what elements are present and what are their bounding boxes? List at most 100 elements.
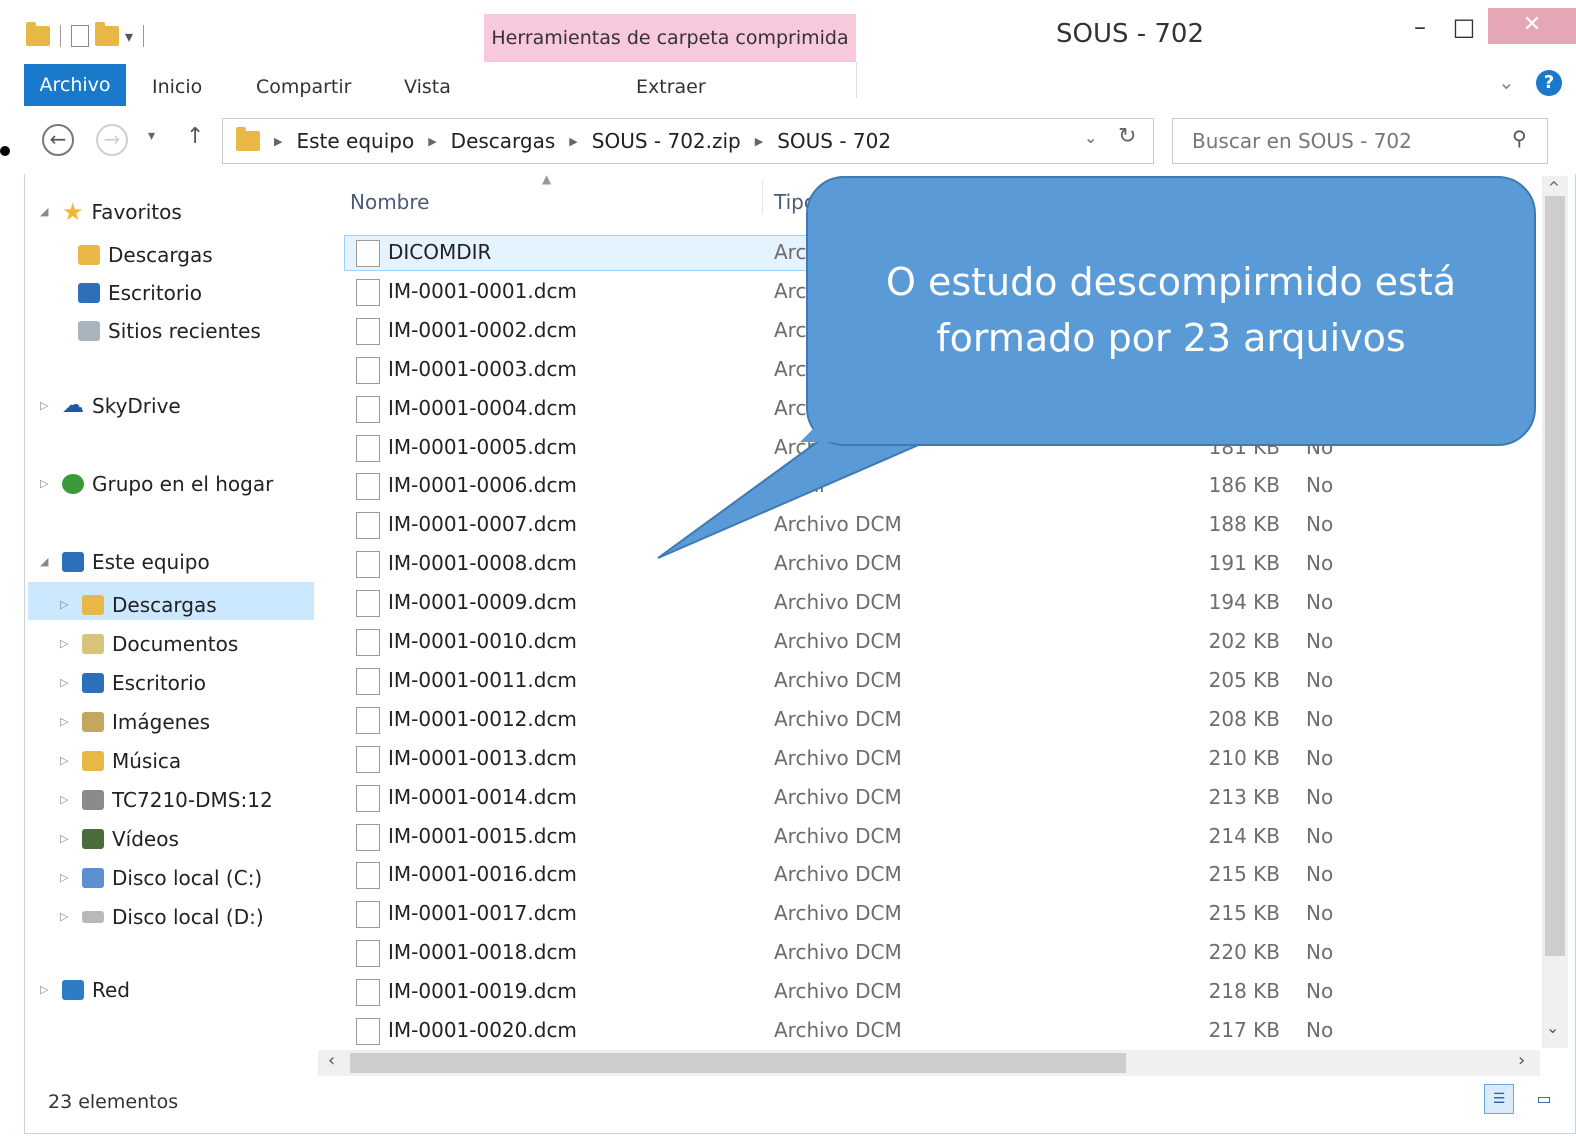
sidebar-item-escritorio[interactable]: Escritorio — [78, 274, 261, 312]
sidebar-item-disco-d[interactable]: ▷ Disco local (D:) — [60, 897, 273, 936]
file-size: 205 KB — [1208, 667, 1280, 692]
sidebar-skydrive[interactable]: ▷ ☁ SkyDrive — [40, 390, 181, 422]
maximize-button[interactable]: □ — [1442, 12, 1486, 46]
file-type: Archivo DCM — [774, 745, 902, 770]
expand-icon[interactable]: ▷ — [60, 589, 74, 621]
recent-places-icon — [78, 321, 100, 341]
file-size: 188 KB — [1208, 512, 1280, 537]
crumb-descargas[interactable]: Descargas — [451, 129, 556, 153]
crumb-zip[interactable]: SOUS - 702.zip — [592, 129, 741, 153]
sidebar-favoritos[interactable]: ◢ ★ Favoritos — [40, 196, 182, 228]
expand-icon[interactable]: ▷ — [60, 901, 74, 933]
vertical-scroll-thumb[interactable] — [1545, 196, 1565, 956]
sidebar-item-videos[interactable]: ▷ Vídeos — [60, 819, 273, 858]
sidebar-item-imagenes[interactable]: ▷ Imágenes — [60, 702, 273, 741]
sidebar-item-disco-c[interactable]: ▷ Disco local (C:) — [60, 858, 273, 897]
sidebar-item-descargas[interactable]: Descargas — [78, 236, 261, 274]
file-compressed: No — [1306, 512, 1334, 537]
file-compressed: No — [1306, 473, 1334, 498]
forward-button[interactable]: → — [96, 124, 128, 156]
file-name: IM-0001-0010.dcm — [388, 629, 577, 653]
properties-icon[interactable] — [71, 25, 89, 47]
file-icon — [356, 395, 380, 423]
expand-icon[interactable]: ▷ — [60, 667, 74, 699]
search-icon[interactable]: ⚲ — [1512, 126, 1527, 150]
file-name: IM-0001-0020.dcm — [388, 1018, 577, 1042]
customize-toolbar-icon[interactable]: ▾ — [125, 27, 133, 46]
expand-icon[interactable]: ▷ — [60, 745, 74, 777]
expand-icon[interactable]: ◢ — [40, 196, 54, 228]
file-size: 210 KB — [1208, 745, 1280, 770]
file-icon — [356, 862, 380, 890]
recent-locations-icon[interactable]: ▾ — [148, 128, 155, 144]
sidebar-homegroup[interactable]: ▷ Grupo en el hogar — [40, 468, 273, 500]
expand-icon[interactable]: ▷ — [60, 862, 74, 894]
expand-icon[interactable]: ▷ — [60, 823, 74, 855]
expand-icon[interactable]: ▷ — [40, 974, 54, 1006]
help-icon[interactable]: ? — [1536, 70, 1562, 96]
expand-icon[interactable]: ▷ — [60, 706, 74, 738]
chevron-right-icon[interactable]: ▶ — [569, 135, 577, 148]
chevron-right-icon[interactable]: ▶ — [755, 135, 763, 148]
tab-extraer[interactable]: Extraer — [636, 72, 706, 102]
file-compressed: No — [1306, 823, 1334, 848]
expand-icon[interactable]: ▷ — [60, 628, 74, 660]
file-type: Arc — [774, 278, 807, 303]
file-row[interactable]: IM-0001-0014.dcm Archivo DCM 213 KB No — [352, 778, 1532, 817]
file-row[interactable]: IM-0001-0010.dcm Archivo DCM 202 KB No — [352, 622, 1532, 661]
chevron-right-icon[interactable]: ▶ — [428, 135, 436, 148]
sidebar-item-media-server[interactable]: ▷ TC7210-DMS:12 — [60, 780, 273, 819]
column-divider[interactable] — [762, 180, 763, 214]
file-compressed: No — [1306, 551, 1334, 576]
new-folder-icon[interactable] — [95, 22, 119, 46]
drive-icon — [82, 867, 104, 888]
file-row[interactable]: IM-0001-0011.dcm Archivo DCM 205 KB No — [352, 661, 1532, 700]
downloads-folder-icon — [78, 245, 100, 265]
file-row[interactable]: IM-0001-0017.dcm Archivo DCM 215 KB No — [352, 894, 1532, 933]
folder-icon[interactable] — [26, 22, 50, 46]
file-row[interactable]: IM-0001-0016.dcm Archivo DCM 215 KB No — [352, 855, 1532, 894]
sidebar-skydrive-row: ▷ ☁ SkyDrive — [40, 390, 181, 422]
scroll-right-icon[interactable]: › — [1518, 1050, 1525, 1071]
sidebar-red[interactable]: ▷ Red — [40, 974, 130, 1006]
address-dropdown-icon[interactable]: ⌄ — [1084, 128, 1097, 147]
file-row[interactable]: IM-0001-0009.dcm Archivo DCM 194 KB No — [352, 583, 1532, 622]
file-row[interactable]: IM-0001-0020.dcm Archivo DCM 217 KB No — [352, 1011, 1532, 1050]
file-row[interactable]: IM-0001-0015.dcm Archivo DCM 214 KB No — [352, 817, 1532, 856]
column-header-name[interactable]: Nombre — [350, 186, 429, 218]
tab-inicio[interactable]: Inicio — [152, 72, 202, 102]
horizontal-scroll-thumb[interactable] — [350, 1053, 1126, 1073]
file-row[interactable]: IM-0001-0019.dcm Archivo DCM 218 KB No — [352, 972, 1532, 1011]
sidebar-item-documentos[interactable]: ▷ Documentos — [60, 624, 273, 663]
sidebar-item-recientes[interactable]: Sitios recientes — [78, 312, 261, 350]
file-row[interactable]: IM-0001-0013.dcm Archivo DCM 210 KB No — [352, 739, 1532, 778]
up-button[interactable]: ↑ — [186, 124, 204, 149]
refresh-icon[interactable]: ↻ — [1118, 124, 1136, 149]
tab-vista[interactable]: Vista — [404, 72, 451, 102]
close-button[interactable]: ✕ — [1488, 8, 1576, 44]
tab-archivo[interactable]: Archivo — [24, 64, 126, 106]
ribbon-expand-icon[interactable]: ⌄ — [1498, 70, 1515, 94]
tab-compartir[interactable]: Compartir — [256, 72, 351, 102]
scroll-left-icon[interactable]: ‹ — [328, 1050, 335, 1071]
back-button[interactable]: ← — [42, 124, 74, 156]
sidebar-item-musica[interactable]: ▷ Música — [60, 741, 273, 780]
expand-icon[interactable]: ▷ — [40, 468, 54, 500]
sidebar-item-descargas-pc[interactable]: ▷ Descargas — [60, 585, 273, 624]
crumb-current[interactable]: SOUS - 702 — [777, 129, 891, 153]
crumb-este-equipo[interactable]: Este equipo — [296, 129, 414, 153]
large-icons-view-icon[interactable]: ▭ — [1530, 1086, 1558, 1112]
expand-icon[interactable]: ◢ — [40, 546, 54, 578]
expand-icon[interactable]: ▷ — [60, 784, 74, 816]
file-row[interactable]: IM-0001-0012.dcm Archivo DCM 208 KB No — [352, 700, 1532, 739]
sidebar-este-equipo[interactable]: ◢ Este equipo — [40, 546, 210, 578]
chevron-right-icon[interactable]: ▶ — [274, 135, 282, 148]
scroll-down-icon[interactable]: ⌄ — [1546, 1018, 1559, 1037]
expand-icon[interactable]: ▷ — [40, 390, 54, 422]
file-row[interactable]: IM-0001-0018.dcm Archivo DCM 220 KB No — [352, 933, 1532, 972]
file-name: IM-0001-0011.dcm — [388, 667, 577, 692]
scroll-up-icon[interactable]: ^ — [1548, 180, 1560, 196]
sidebar-item-escritorio-pc[interactable]: ▷ Escritorio — [60, 663, 273, 702]
details-view-icon[interactable]: ☰ — [1484, 1084, 1514, 1114]
minimize-button[interactable]: – — [1398, 12, 1442, 46]
